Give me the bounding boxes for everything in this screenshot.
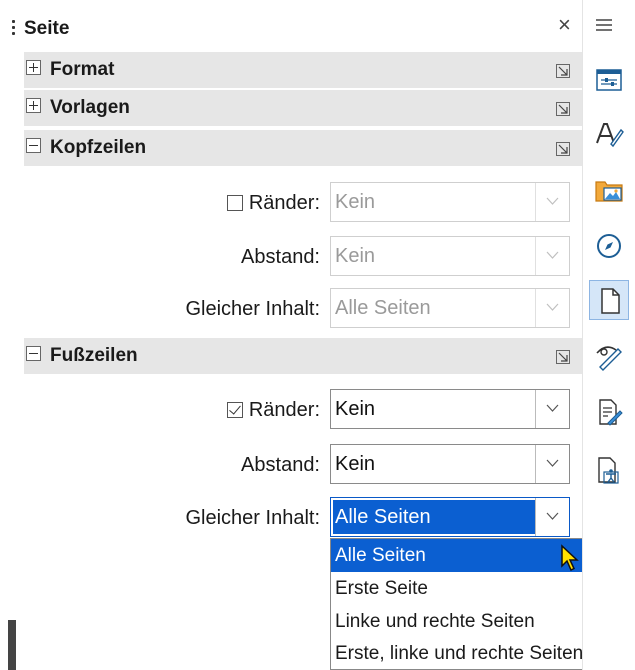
grip-icon[interactable] [12, 20, 16, 40]
chevron-down-icon[interactable] [535, 445, 569, 483]
chevron-down-icon [535, 289, 569, 327]
chevron-down-icon[interactable] [535, 498, 569, 536]
header-spacing-label: Abstand: [241, 246, 320, 268]
style-inspector-icon[interactable] [589, 336, 629, 376]
section-vorlagen-title: Vorlagen [50, 97, 130, 118]
header-margins-row: Ränder: [226, 192, 320, 215]
section-fusszeilen-title: Fußzeilen [50, 345, 138, 366]
scroll-indicator [8, 620, 16, 670]
header-margins-value: Kein [335, 191, 376, 213]
more-options-icon[interactable] [556, 142, 570, 156]
footer-spacing-value: Kein [335, 453, 376, 475]
footer-margins-checkbox[interactable] [226, 402, 243, 418]
footer-same-content-label: Gleicher Inhalt: [185, 507, 320, 529]
navigator-icon[interactable] [589, 226, 629, 266]
footer-same-content-value: Alle Seiten [333, 500, 535, 534]
header-margins-combo: Kein [330, 182, 570, 222]
section-fusszeilen[interactable]: Fußzeilen [24, 338, 582, 374]
header-spacing-value: Kein [335, 245, 376, 267]
header-same-content-value: Alle Seiten [335, 297, 431, 319]
section-vorlagen[interactable]: Vorlagen [24, 90, 582, 126]
close-button[interactable]: × [558, 14, 571, 36]
footer-margins-combo[interactable]: Kein [330, 389, 570, 429]
more-options-icon[interactable] [556, 64, 570, 78]
expand-icon[interactable] [26, 60, 41, 75]
page-icon[interactable] [589, 280, 629, 320]
more-options-icon[interactable] [556, 350, 570, 364]
footer-margins-value: Kein [335, 398, 376, 420]
header-margins-label: Ränder: [248, 192, 320, 214]
header-spacing-combo: Kein [330, 236, 570, 276]
section-kopfzeilen-title: Kopfzeilen [50, 137, 147, 158]
collapse-icon[interactable] [26, 138, 41, 153]
footer-spacing-label: Abstand: [241, 454, 320, 476]
properties-icon[interactable] [589, 60, 629, 100]
panel-titlebar: Seite × [0, 0, 582, 50]
chevron-down-icon[interactable] [535, 390, 569, 428]
expand-icon[interactable] [26, 98, 41, 113]
gallery-icon[interactable] [589, 170, 629, 210]
header-margins-checkbox[interactable] [226, 195, 243, 211]
manage-changes-icon[interactable] [589, 392, 629, 432]
header-same-content-label: Gleicher Inhalt: [185, 298, 320, 320]
footer-same-content-combo[interactable]: Alle Seiten [330, 497, 570, 537]
panel-title: Seite [24, 18, 70, 39]
header-same-content-combo: Alle Seiten [330, 288, 570, 328]
more-options-icon[interactable] [556, 102, 570, 116]
chevron-down-icon [535, 183, 569, 221]
collapse-icon[interactable] [26, 346, 41, 361]
footer-spacing-combo[interactable]: Kein [330, 444, 570, 484]
section-format[interactable]: Format [24, 52, 582, 88]
styles-icon[interactable] [589, 114, 629, 154]
mouse-cursor-icon [561, 544, 579, 572]
chevron-down-icon [535, 237, 569, 275]
accessibility-check-icon[interactable] [589, 450, 629, 490]
footer-margins-row: Ränder: [226, 399, 320, 422]
section-kopfzeilen[interactable]: Kopfzeilen [24, 130, 582, 166]
menu-icon[interactable] [595, 18, 613, 32]
sidebar-deck [582, 0, 635, 670]
footer-margins-label: Ränder: [248, 399, 320, 421]
section-format-title: Format [50, 59, 115, 80]
